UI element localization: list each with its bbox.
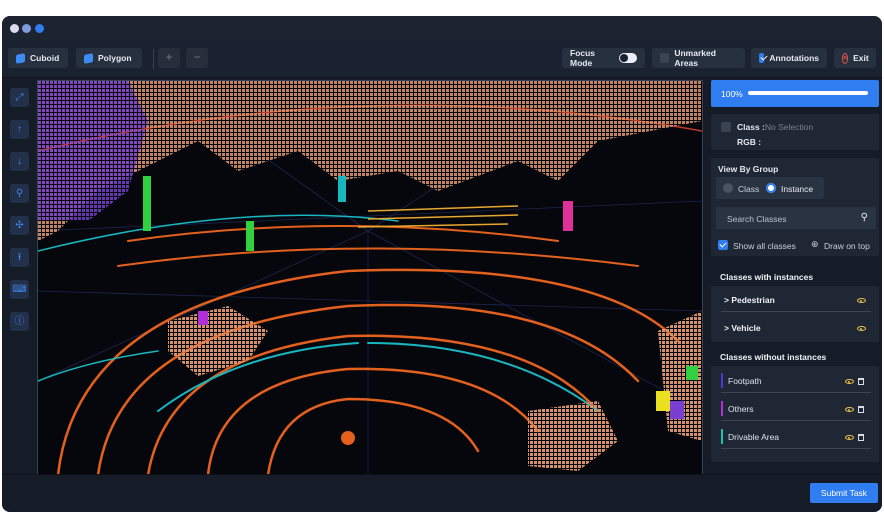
instance-label: > Vehicle bbox=[724, 323, 761, 333]
color-swatch bbox=[721, 401, 723, 416]
minus-icon: − bbox=[193, 50, 201, 64]
trash-icon[interactable] bbox=[858, 378, 864, 385]
window-control-dot[interactable] bbox=[22, 24, 31, 33]
toolbar: Cuboid Polygon + − Focus Mode Unmarked A… bbox=[2, 40, 882, 78]
search-icon: ⚲ bbox=[860, 212, 868, 223]
right-panel: 100% Class :No Selection RGB : View By G… bbox=[711, 80, 879, 472]
polygon-button[interactable]: Polygon bbox=[76, 48, 142, 68]
search-placeholder: Search Classes bbox=[727, 214, 787, 224]
with-instances-list: > Pedestrian > Vehicle bbox=[711, 286, 879, 342]
class-row-label: Others bbox=[728, 404, 754, 414]
eye-icon[interactable] bbox=[845, 435, 854, 440]
class-row-footpath[interactable]: Footpath bbox=[721, 370, 871, 393]
window-control-dot[interactable] bbox=[10, 24, 19, 33]
class-radio[interactable] bbox=[723, 183, 733, 193]
view-by-group-title: View By Group bbox=[718, 164, 779, 174]
instance-label: > Pedestrian bbox=[724, 295, 775, 305]
fit-icon[interactable]: ✣ bbox=[10, 216, 29, 235]
remove-button[interactable]: − bbox=[186, 48, 208, 68]
eye-icon[interactable] bbox=[845, 379, 854, 384]
class-label: Class :No Selection bbox=[737, 122, 814, 132]
instance-row-vehicle[interactable]: > Vehicle bbox=[721, 317, 871, 339]
unmarked-areas-label: Unmarked Areas bbox=[674, 48, 716, 68]
instance-radio-label: Instance bbox=[781, 184, 814, 194]
unmarked-areas-checkbox[interactable] bbox=[660, 53, 670, 63]
progress-indicator: 100% bbox=[711, 80, 879, 107]
footer-bar: Submit Task bbox=[2, 474, 882, 512]
without-instances-list: Footpath Others Drivable Area bbox=[711, 366, 879, 462]
search-classes-input[interactable]: Search Classes ⚲ bbox=[716, 207, 876, 229]
polygon-icon bbox=[84, 52, 93, 64]
class-radio-label: Class bbox=[738, 184, 760, 194]
annotations-checkbox[interactable] bbox=[759, 53, 765, 63]
show-all-classes-label: Show all classes bbox=[733, 241, 796, 251]
focus-mode-toggle[interactable]: Focus Mode bbox=[562, 48, 645, 68]
cuboid-button[interactable]: Cuboid bbox=[8, 48, 68, 68]
annotations-toggle[interactable]: Annotations bbox=[751, 48, 827, 68]
toggle-switch[interactable] bbox=[619, 53, 637, 63]
layers-icon: ⊕ bbox=[811, 239, 819, 249]
class-row-others[interactable]: Others bbox=[721, 398, 871, 421]
title-bar bbox=[2, 16, 882, 40]
class-row-drivable-area[interactable]: Drivable Area bbox=[721, 426, 871, 449]
class-select-checkbox[interactable] bbox=[721, 122, 731, 132]
progress-fill bbox=[748, 91, 868, 95]
trash-icon[interactable] bbox=[858, 434, 864, 441]
instance-row-pedestrian[interactable]: > Pedestrian bbox=[721, 289, 871, 312]
without-instances-title: Classes without instances bbox=[720, 352, 827, 362]
class-row-label: Footpath bbox=[728, 376, 762, 386]
eye-icon[interactable] bbox=[845, 407, 854, 412]
cube-icon bbox=[16, 52, 25, 64]
show-all-classes-checkbox[interactable] bbox=[718, 240, 728, 250]
cuboid-label: Cuboid bbox=[30, 53, 60, 63]
arrow-down-icon[interactable]: ↓ bbox=[10, 152, 29, 171]
polygon-label: Polygon bbox=[98, 53, 132, 63]
instance-radio[interactable] bbox=[766, 183, 776, 193]
info-icon[interactable]: ⓘ bbox=[10, 312, 29, 331]
draw-on-top-button[interactable]: Draw on top bbox=[824, 241, 870, 251]
group-radio-group: Class Instance bbox=[716, 177, 824, 199]
arrow-up-icon[interactable]: ↑ bbox=[10, 120, 29, 139]
exit-button[interactable]: × Exit bbox=[834, 48, 876, 68]
window-control-dot[interactable] bbox=[35, 24, 44, 33]
class-value: No Selection bbox=[764, 122, 814, 132]
app-window: Cuboid Polygon + − Focus Mode Unmarked A… bbox=[2, 16, 882, 512]
view-group-box: View By Group Class Instance Search Clas… bbox=[711, 158, 879, 256]
focus-mode-label: Focus Mode bbox=[570, 48, 596, 68]
keyboard-icon[interactable]: ⌨ bbox=[10, 280, 29, 299]
submit-task-button[interactable]: Submit Task bbox=[810, 483, 878, 503]
eye-icon[interactable] bbox=[857, 326, 866, 331]
progress-bar bbox=[748, 91, 868, 95]
color-swatch bbox=[721, 429, 723, 444]
eye-icon[interactable] bbox=[857, 298, 866, 303]
zoom-icon[interactable]: ⚲ bbox=[10, 184, 29, 203]
point-cloud-render bbox=[38, 81, 702, 475]
plus-icon: + bbox=[165, 50, 173, 64]
close-icon: × bbox=[842, 52, 849, 64]
point-cloud-viewport[interactable] bbox=[37, 80, 703, 476]
unmarked-areas-toggle[interactable]: Unmarked Areas bbox=[652, 48, 745, 68]
add-button[interactable]: + bbox=[158, 48, 180, 68]
with-instances-title: Classes with instances bbox=[720, 272, 814, 282]
rgb-label: RGB : bbox=[737, 137, 762, 147]
cursor-icon[interactable]: ⤢ bbox=[10, 88, 29, 107]
upload-icon[interactable]: ⭱ bbox=[10, 248, 29, 267]
class-row-label: Drivable Area bbox=[728, 432, 780, 442]
annotations-label: Annotations bbox=[769, 53, 819, 63]
trash-icon[interactable] bbox=[858, 406, 864, 413]
progress-label: 100% bbox=[721, 89, 743, 99]
toolbar-divider bbox=[153, 49, 154, 69]
exit-label: Exit bbox=[853, 53, 869, 63]
color-swatch bbox=[721, 373, 723, 388]
class-info-box: Class :No Selection RGB : bbox=[711, 114, 879, 150]
